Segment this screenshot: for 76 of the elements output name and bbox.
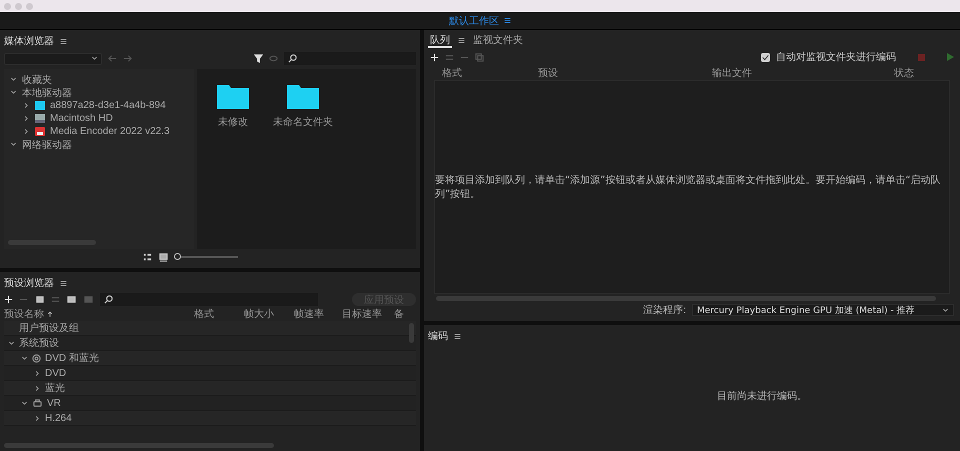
search-field[interactable] <box>100 292 318 306</box>
plus-icon[interactable] <box>4 294 13 304</box>
preset-item[interactable]: H.264 <box>45 412 72 424</box>
settings-sliders-icon[interactable] <box>51 294 60 304</box>
menu-icon[interactable] <box>60 280 67 286</box>
folder-icon[interactable] <box>287 83 319 109</box>
chevron-right-icon[interactable] <box>34 414 41 422</box>
renderer-label: 渲染程序: <box>643 304 686 317</box>
menu-icon[interactable] <box>504 17 511 24</box>
scrollbar[interactable] <box>409 323 414 343</box>
checkbox-label[interactable]: 自动对监视文件夹进行编码 <box>776 50 896 64</box>
panel-title: 媒体浏览器 <box>4 34 54 48</box>
tree-item[interactable]: 本地驱动器 <box>22 86 72 100</box>
column-header[interactable]: 状态 <box>894 66 942 80</box>
play-icon[interactable] <box>947 53 954 61</box>
checkbox[interactable] <box>761 52 770 62</box>
column-header[interactable]: 预设名称 <box>4 307 44 321</box>
tree-item[interactable]: 网络驱动器 <box>22 138 72 152</box>
encoding-status-message: 目前尚未进行编码。 <box>717 390 807 403</box>
column-header[interactable]: 帧速率 <box>294 307 324 321</box>
tree-item[interactable]: a8897a28-d3e1-4a4b-894 <box>50 100 166 111</box>
hard-drive-icon <box>35 114 45 123</box>
tree-item[interactable]: 收藏夹 <box>22 72 52 86</box>
plus-icon[interactable] <box>430 52 439 62</box>
tree-item[interactable]: Macintosh HD <box>50 113 113 124</box>
folder-icon[interactable] <box>217 83 249 109</box>
workspace-title[interactable]: 默认工作区 <box>449 14 499 28</box>
search-icon <box>104 294 113 304</box>
preset-item[interactable]: 蓝光 <box>45 381 65 395</box>
panel-title: 预设浏览器 <box>4 276 54 290</box>
renderer-dropdown[interactable]: Mercury Playback Engine GPU 加速 (Metal) - 推荐 <box>692 304 954 316</box>
checkmark-icon <box>762 54 769 60</box>
empty-queue-message: 要将项目添加到队列，请单击“添加源”按钮或者从媒体浏览器或桌面将文件拖到此处。要开始编码，请单击“启动队列”按钮。 <box>435 174 942 201</box>
vr-headset-icon <box>32 398 43 408</box>
menu-icon[interactable] <box>458 37 465 44</box>
column-header[interactable]: 备 <box>394 307 404 321</box>
disc-icon <box>32 354 41 362</box>
column-header[interactable]: 预设 <box>538 66 712 80</box>
preset-item[interactable]: VR <box>47 398 61 408</box>
folder-label[interactable]: 未修改 <box>218 115 248 129</box>
folder-label[interactable]: 未命名文件夹 <box>273 115 333 129</box>
search-field[interactable] <box>284 52 416 65</box>
folder-icon <box>35 101 45 110</box>
chevron-down-icon[interactable] <box>10 141 17 148</box>
chevron-right-icon[interactable] <box>34 384 41 392</box>
tree-item[interactable]: Media Encoder 2022 v22.3 <box>50 126 170 137</box>
scrollbar[interactable] <box>4 442 274 448</box>
column-header[interactable]: 格式 <box>194 307 214 321</box>
chevron-right-icon[interactable] <box>34 370 41 376</box>
slider-thumb[interactable] <box>174 253 182 260</box>
preset-item[interactable]: DVD <box>45 368 66 378</box>
settings-sliders-icon[interactable] <box>445 52 454 62</box>
search-icon <box>288 54 297 63</box>
filter-icon[interactable] <box>254 54 263 63</box>
list-view-icon[interactable] <box>142 252 153 262</box>
menu-icon[interactable] <box>454 332 461 340</box>
sort-arrow-icon <box>47 310 53 318</box>
column-header[interactable]: 目标速率 <box>342 307 382 321</box>
scrollbar[interactable] <box>436 296 936 301</box>
app-icon <box>35 127 45 136</box>
menu-icon[interactable] <box>60 38 67 44</box>
column-header[interactable]: 输出文件 <box>712 66 894 80</box>
chevron-down-icon[interactable] <box>8 340 15 346</box>
chevron-down-icon[interactable] <box>21 354 28 362</box>
panel-title: 编码 <box>428 330 448 343</box>
chevron-down-icon <box>91 55 98 62</box>
panel-tab[interactable]: 队列 <box>428 33 452 48</box>
chevron-down-icon[interactable] <box>21 400 28 406</box>
column-header[interactable]: 格式 <box>442 66 538 80</box>
panel-tab[interactable]: 监视文件夹 <box>471 33 525 48</box>
column-header[interactable]: 帧大小 <box>244 307 274 321</box>
preset-item[interactable]: DVD 和蓝光 <box>45 351 99 365</box>
thumbnail-view-icon[interactable] <box>159 252 168 262</box>
preset-item[interactable]: 用户预设及组 <box>19 321 79 335</box>
chevron-down-icon <box>942 306 949 314</box>
preset-item[interactable]: 系统预设 <box>19 336 59 350</box>
